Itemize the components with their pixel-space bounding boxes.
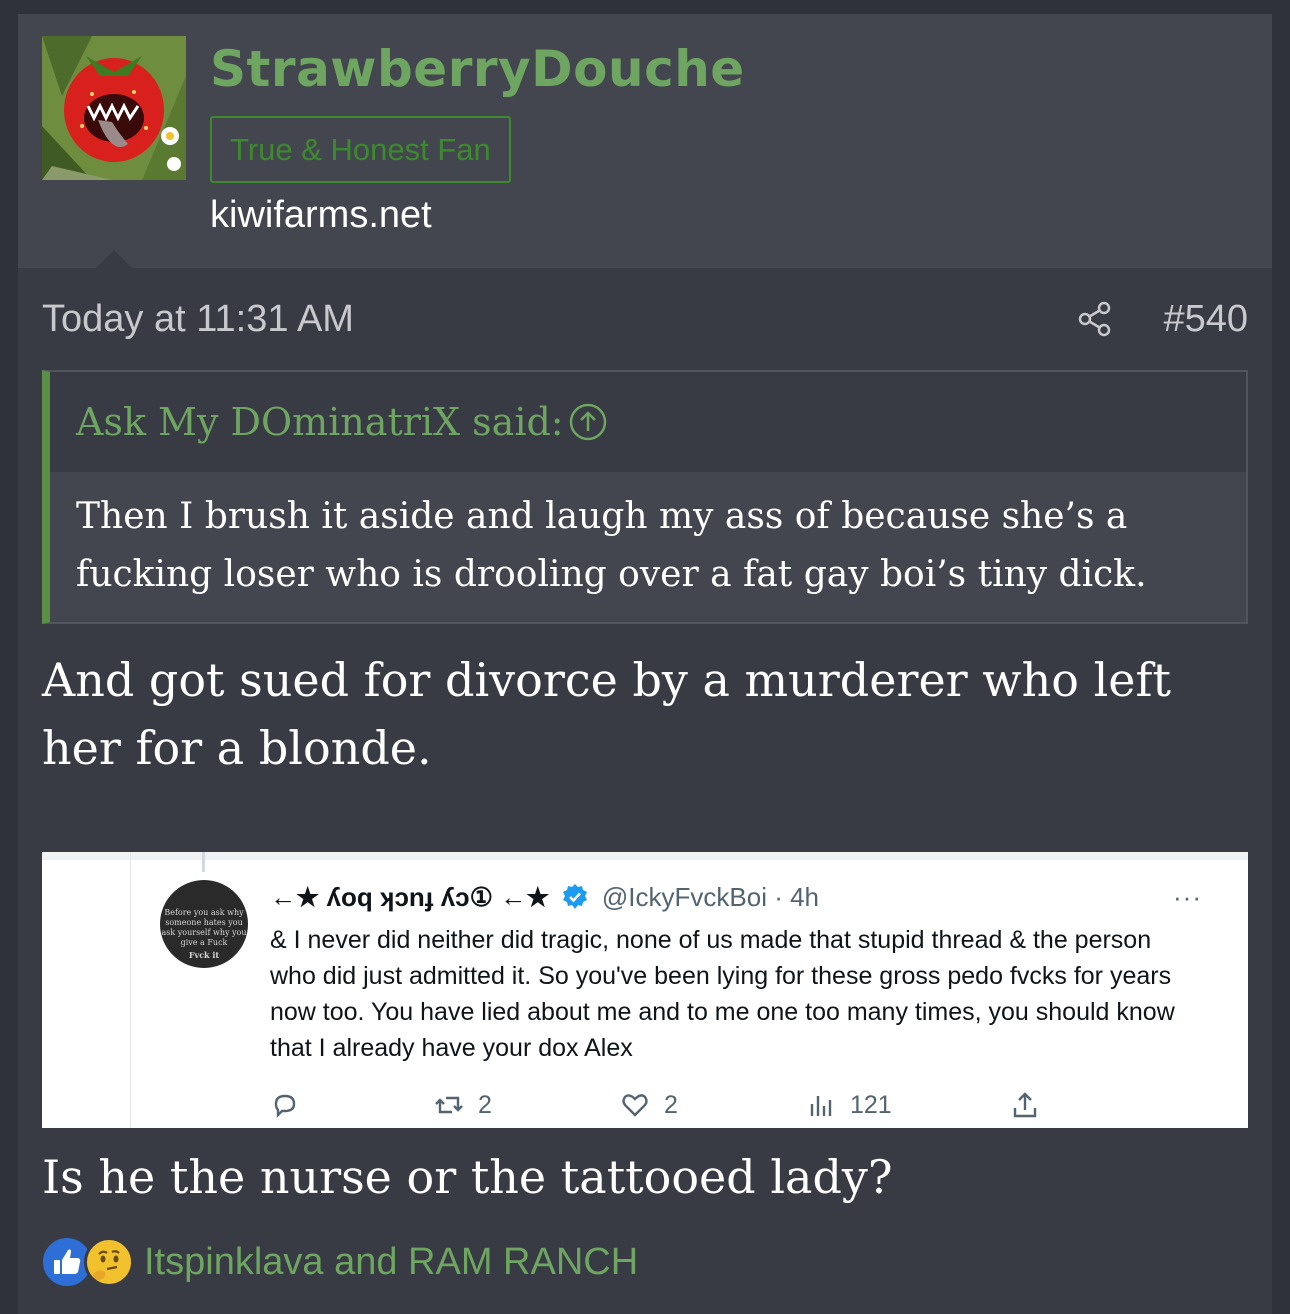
- tweet-retweet-button[interactable]: 2: [434, 1088, 492, 1122]
- jump-to-quote-icon[interactable]: [568, 402, 608, 442]
- forum-post: StrawberryDouche True & Honest Fan kiwif…: [18, 14, 1272, 1314]
- tweet-view-count: 121: [850, 1090, 892, 1119]
- reactions-bar: Itspinklava and RAM RANCH: [40, 1232, 638, 1292]
- tweet-author-avatar[interactable]: Before you ask why someone hates you ask…: [160, 880, 248, 968]
- quote-author-link[interactable]: Ask My DOminatriX said:: [76, 400, 564, 444]
- heart-icon: [622, 1094, 648, 1117]
- strawberry-monster-avatar-icon: [42, 36, 186, 180]
- reaction-users-link[interactable]: Itspinklava and RAM RANCH: [144, 1241, 638, 1284]
- user-block: StrawberryDouche True & Honest Fan kiwif…: [18, 14, 1272, 268]
- tweet-actions: 2 2 121: [270, 1088, 1130, 1122]
- post-body-text: And got sued for divorce by a murderer w…: [42, 653, 1172, 775]
- tweet-views-button[interactable]: 121: [806, 1088, 892, 1122]
- tweet-display-name[interactable]: ←★ ʎoq ʞɔnɟ ʎɔ① ←★: [270, 882, 549, 912]
- tweet-left-border: [130, 852, 131, 1128]
- tweet-text: & I never did neither did tragic, none o…: [270, 926, 1175, 1062]
- tweet-share-button[interactable]: [1010, 1088, 1040, 1122]
- tweet-handle[interactable]: @IckyFvckBoi · 4h: [602, 882, 819, 912]
- tweet-like-button[interactable]: 2: [620, 1088, 678, 1122]
- post-number-link[interactable]: #540: [1163, 298, 1248, 341]
- tweet-avatar-caption: Fvck it: [188, 950, 220, 960]
- tweet-like-count: 2: [664, 1090, 678, 1119]
- quote-block: Ask My DOminatriX said: Then I brush it …: [42, 370, 1248, 624]
- tweet-top-border: [42, 852, 1248, 860]
- retweet-icon: [435, 1096, 463, 1114]
- upload-share-icon: [1013, 1092, 1037, 1118]
- tweet-reply-button[interactable]: [270, 1088, 300, 1122]
- tweet-thread-line: [202, 852, 205, 872]
- thinking-face-icon[interactable]: [84, 1237, 134, 1287]
- user-avatar[interactable]: [42, 36, 186, 180]
- user-site-text: kiwifarms.net: [210, 194, 432, 236]
- quote-header: Ask My DOminatriX said:: [50, 372, 1246, 472]
- views-chart-icon: [810, 1096, 832, 1116]
- username-link[interactable]: StrawberryDouche: [210, 40, 745, 98]
- tweet-avatar-text: Before you ask why someone hates you ask…: [161, 908, 247, 947]
- post-body-question: Is he the nurse or the tattooed lady?: [42, 1150, 893, 1204]
- post-timestamp[interactable]: Today at 11:31 AM: [42, 298, 354, 341]
- user-block-pointer: [96, 250, 132, 268]
- share-icon[interactable]: [1076, 300, 1114, 338]
- embedded-tweet-image[interactable]: Before you ask why someone hates you ask…: [42, 852, 1248, 1128]
- tweet-retweet-count: 2: [478, 1090, 492, 1119]
- tweet-header: ←★ ʎoq ʞɔnɟ ʎɔ① ←★ @IckyFvckBoi · 4h: [270, 882, 819, 918]
- verified-badge-icon: [562, 884, 587, 909]
- quote-text: Then I brush it aside and laugh my ass o…: [50, 472, 1246, 622]
- reply-icon: [274, 1094, 296, 1118]
- tweet-more-icon[interactable]: ···: [1173, 882, 1202, 913]
- user-title-badge: True & Honest Fan: [210, 116, 511, 183]
